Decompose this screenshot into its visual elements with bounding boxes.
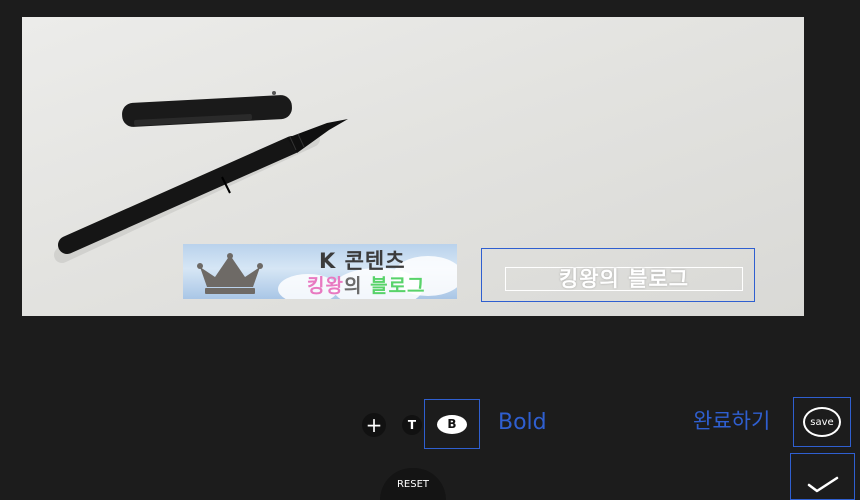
reset-button[interactable]: RESET — [380, 468, 446, 500]
add-button[interactable]: + — [362, 413, 386, 437]
check-icon — [807, 476, 838, 492]
image-canvas[interactable]: K 콘텐츠 킹왕의 블로그 킹왕의 블로그 — [22, 17, 804, 316]
reset-label: RESET — [396, 478, 430, 490]
text-icon: T — [407, 418, 417, 432]
text-box-selected[interactable]: 킹왕의 블로그 — [481, 248, 755, 302]
bold-button[interactable]: B — [424, 399, 480, 449]
save-icon: save — [803, 407, 841, 437]
bold-icon: B — [437, 414, 467, 434]
done-label: 완료하기 — [693, 409, 771, 433]
crown-icon — [197, 253, 263, 294]
text-box-content[interactable]: 킹왕의 블로그 — [505, 267, 743, 291]
bold-label: Bold — [498, 410, 547, 435]
save-button[interactable]: save — [793, 397, 851, 447]
sticker-image[interactable]: K 콘텐츠 킹왕의 블로그 — [183, 244, 457, 299]
text-tool-button[interactable]: T — [402, 415, 422, 435]
sticker-line2: 킹왕의 블로그 — [307, 275, 426, 297]
confirm-button[interactable] — [790, 453, 855, 500]
plus-icon: + — [365, 413, 383, 437]
